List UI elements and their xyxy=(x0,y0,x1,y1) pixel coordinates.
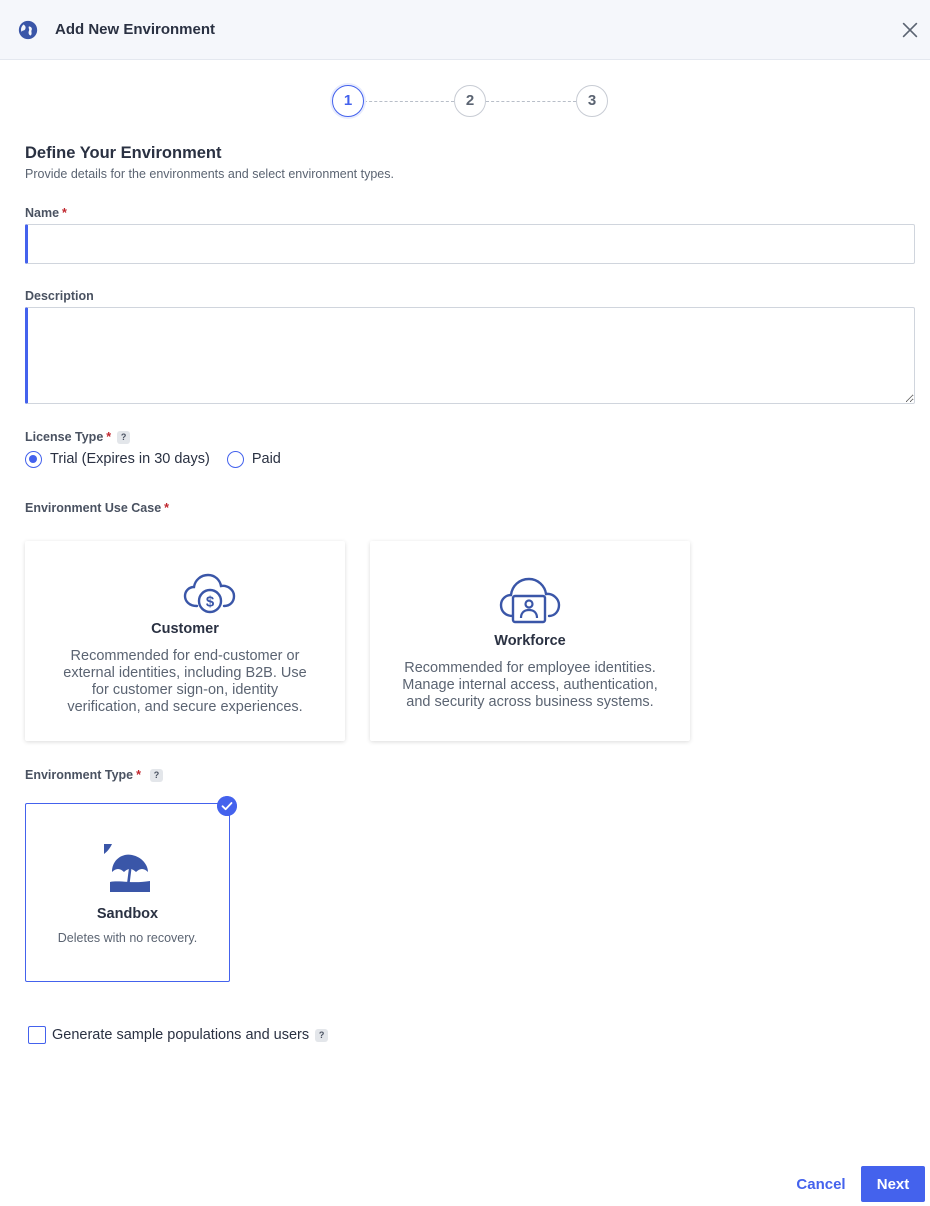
help-icon[interactable]: ? xyxy=(117,431,131,444)
globe-icon xyxy=(18,20,38,40)
trial-radio[interactable] xyxy=(25,450,42,468)
step-connector xyxy=(486,101,576,102)
workforce-card-description: Recommended for employee identities. Man… xyxy=(402,660,658,710)
environment-type-label: Environment Type *? xyxy=(25,768,163,782)
use-case-label-text: Environment Use Case xyxy=(25,501,162,515)
required-marker: * xyxy=(164,501,170,515)
step-3[interactable]: 3 xyxy=(576,85,608,117)
step-1[interactable]: 1 xyxy=(332,85,364,117)
cancel-button[interactable]: Cancel xyxy=(785,1166,857,1202)
license-type-radio-group: Trial (Expires in 30 days) Paid xyxy=(25,450,298,468)
required-marker: * xyxy=(106,430,112,444)
paid-radio[interactable] xyxy=(226,450,244,468)
sample-data-label[interactable]: Generate sample populations and users xyxy=(52,1027,309,1043)
name-label-text: Name xyxy=(25,206,60,220)
svg-text:$: $ xyxy=(206,594,215,611)
customer-card-title: Customer xyxy=(151,621,219,637)
workforce-card-title: Workforce xyxy=(494,633,566,649)
description-textarea[interactable] xyxy=(25,307,915,404)
wizard-stepper: 1 2 3 xyxy=(332,85,608,117)
section-subtitle: Provide details for the environments and… xyxy=(25,167,394,181)
section-title: Define Your Environment xyxy=(25,144,222,162)
sandbox-card[interactable]: Sandbox Deletes with no recovery. xyxy=(25,803,230,982)
workforce-card[interactable]: Workforce Recommended for employee ident… xyxy=(370,541,690,741)
trial-radio-label[interactable]: Trial (Expires in 30 days) xyxy=(50,451,210,467)
help-icon[interactable]: ? xyxy=(315,1028,329,1042)
help-icon[interactable]: ? xyxy=(150,769,163,782)
license-type-label: License Type *? xyxy=(25,430,131,444)
dialog-header: Add New Environment xyxy=(0,0,930,60)
close-icon[interactable] xyxy=(899,19,921,41)
use-case-label: Environment Use Case * xyxy=(25,501,169,515)
beach-umbrella-icon xyxy=(104,844,150,892)
sample-data-row: Generate sample populations and users ? xyxy=(28,1026,329,1044)
required-marker: * xyxy=(62,206,67,220)
name-input[interactable] xyxy=(25,224,915,264)
sample-data-checkbox[interactable] xyxy=(28,1026,46,1044)
environment-type-label-text: Environment Type xyxy=(25,768,134,782)
paid-radio-label[interactable]: Paid xyxy=(252,451,281,467)
cloud-badge-icon xyxy=(499,577,561,624)
description-label: Description xyxy=(25,289,94,303)
selected-check-icon xyxy=(217,796,237,816)
required-marker: * xyxy=(136,768,141,782)
customer-card[interactable]: $ Customer Recommended for end-customer … xyxy=(25,541,345,741)
step-connector xyxy=(364,101,454,102)
name-label: Name * xyxy=(25,206,67,220)
next-button[interactable]: Next xyxy=(861,1166,925,1202)
license-type-label-text: License Type xyxy=(25,430,104,444)
sandbox-card-description: Deletes with no recovery. xyxy=(57,931,198,945)
dialog-title: Add New Environment xyxy=(55,21,216,38)
customer-card-description: Recommended for end-customer or external… xyxy=(63,648,307,715)
step-2[interactable]: 2 xyxy=(454,85,486,117)
sandbox-card-title: Sandbox xyxy=(96,906,159,922)
cloud-dollar-icon: $ xyxy=(183,573,236,614)
